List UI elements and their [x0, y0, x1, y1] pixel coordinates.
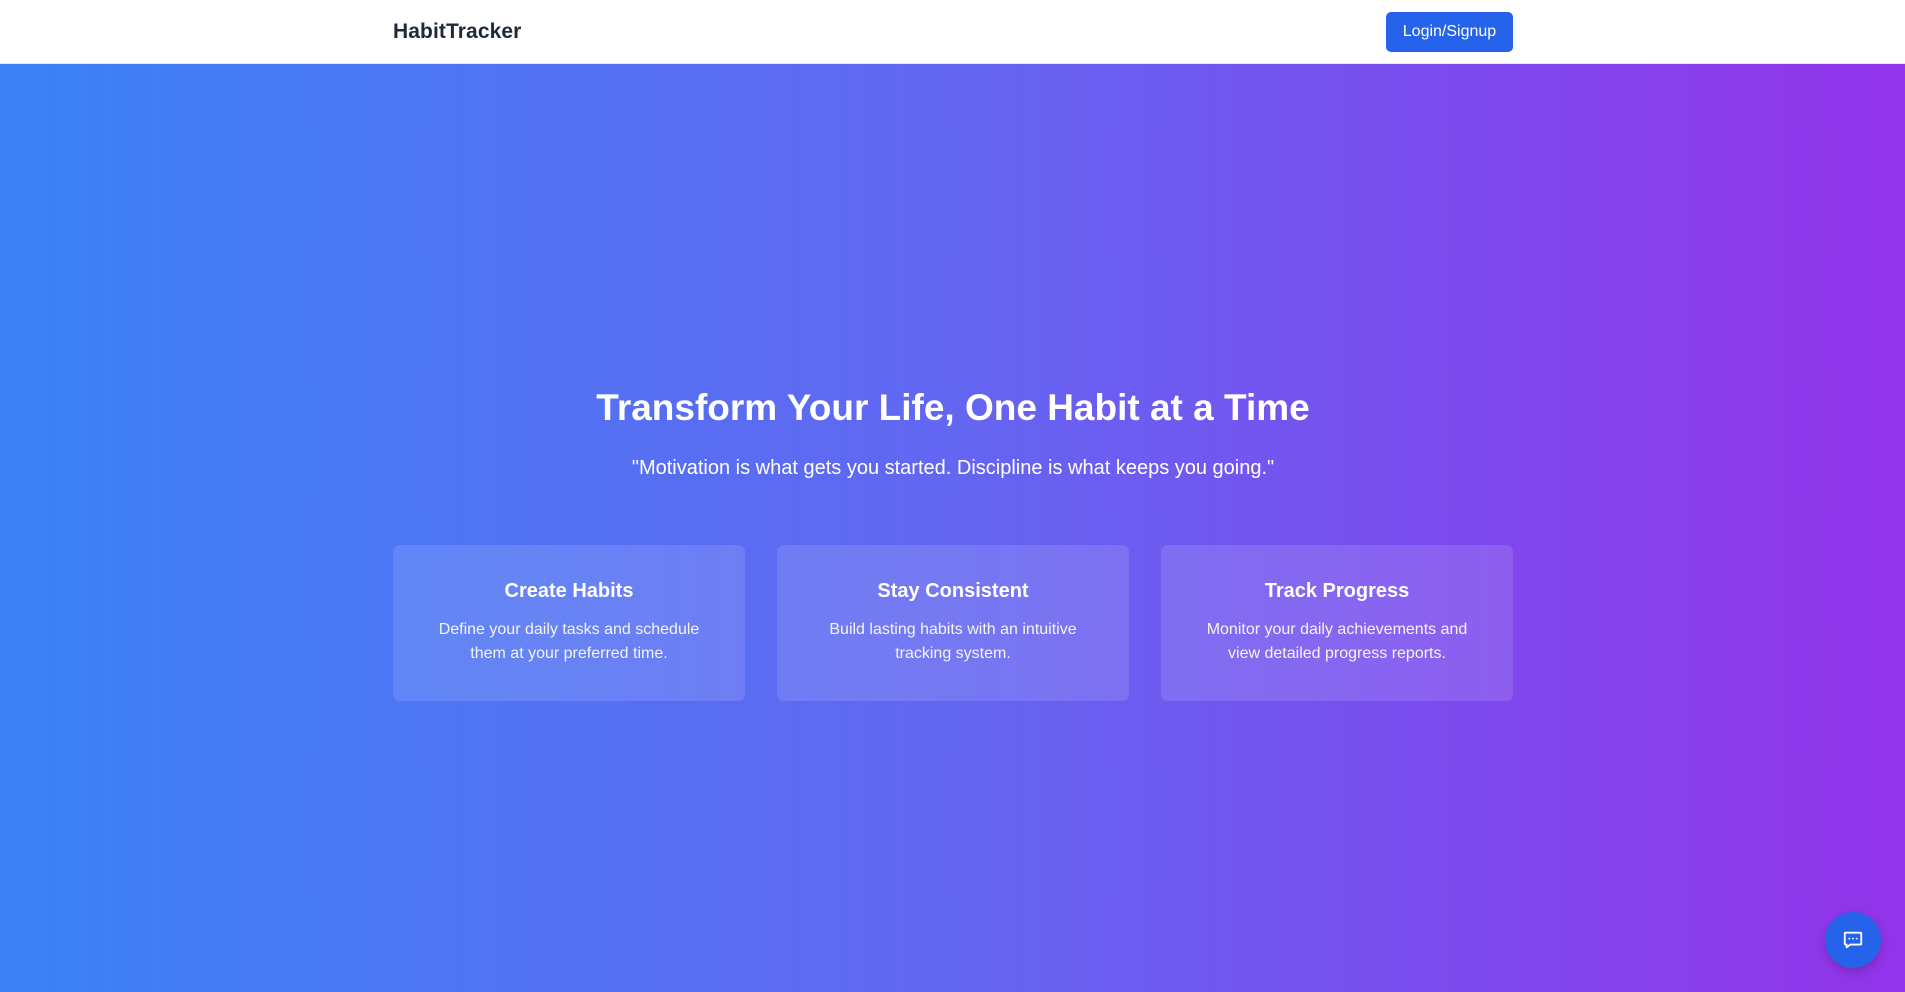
feature-card-stay-consistent: Stay Consistent Build lasting habits wit…: [777, 545, 1129, 701]
feature-card-description: Define your daily tasks and schedule the…: [438, 621, 700, 662]
feature-card-create-habits: Create Habits Define your daily tasks an…: [393, 545, 745, 701]
hero-title: Transform Your Life, One Habit at a Time: [596, 387, 1310, 428]
hero-section: Transform Your Life, One Habit at a Time…: [0, 64, 1905, 992]
feature-card-description: Build lasting habits with an intuitive t…: [829, 621, 1077, 662]
brand-logo[interactable]: HabitTracker: [393, 20, 521, 44]
chat-button[interactable]: [1825, 912, 1881, 968]
navbar-inner: HabitTracker Login/Signup: [393, 0, 1513, 64]
feature-card-title: Create Habits: [504, 580, 634, 602]
hero-quote: "Motivation is what gets you started. Di…: [631, 457, 1275, 479]
hero-content: Transform Your Life, One Habit at a Time…: [393, 64, 1513, 992]
feature-card-title: Stay Consistent: [877, 580, 1029, 602]
feature-card-track-progress: Track Progress Monitor your daily achiev…: [1161, 545, 1513, 701]
feature-card-title: Track Progress: [1264, 580, 1410, 602]
chat-icon: [1842, 929, 1864, 951]
login-signup-button[interactable]: Login/Signup: [1386, 12, 1513, 52]
feature-cards: Create Habits Define your daily tasks an…: [393, 545, 1513, 701]
navbar: HabitTracker Login/Signup: [0, 0, 1905, 64]
feature-card-description: Monitor your daily achievements and view…: [1206, 621, 1468, 662]
